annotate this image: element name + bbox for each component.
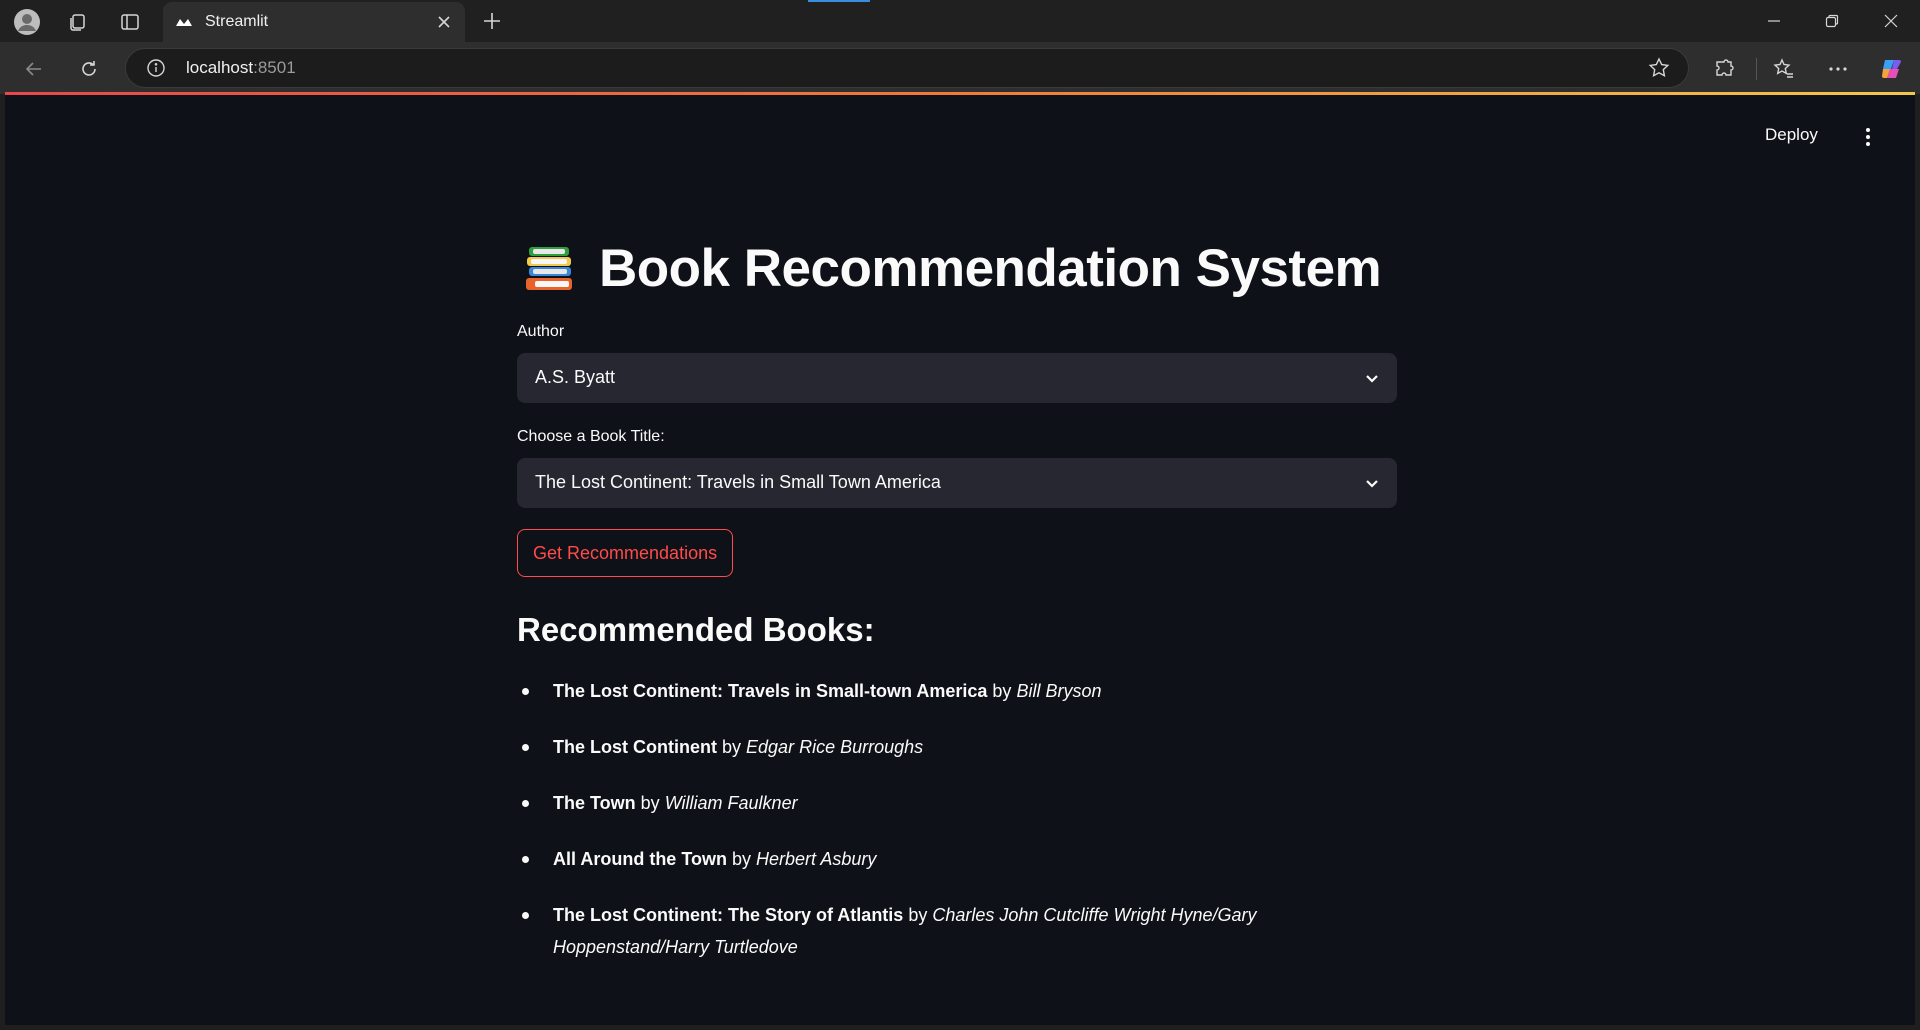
recommendations-list: The Lost Continent: Travels in Small-tow…	[517, 675, 1397, 987]
favorites-icon[interactable]	[1768, 53, 1800, 85]
list-item: The Lost Continent: Travels in Small-tow…	[517, 675, 1397, 707]
author-select[interactable]: A.S. Byatt	[517, 353, 1397, 403]
recommended-books-heading: Recommended Books:	[517, 611, 875, 648]
list-item: The Lost Continent by Edgar Rice Burroug…	[517, 731, 1397, 763]
url-text: localhost:8501	[186, 58, 296, 78]
browser-address-bar: localhost:8501	[0, 42, 1920, 95]
bullet-icon	[522, 856, 529, 863]
bullet-icon	[522, 912, 529, 919]
minimize-window-icon[interactable]	[1745, 0, 1803, 42]
extensions-icon[interactable]	[1708, 53, 1740, 85]
book-title: All Around the Town	[553, 849, 727, 869]
url-host: localhost	[186, 58, 254, 77]
chevron-down-icon[interactable]	[1363, 369, 1381, 387]
toolbar-divider	[1756, 58, 1757, 80]
list-item: The Town by William Faulkner	[517, 787, 1397, 819]
streamlit-app: Deploy Book Recommendation System Author	[5, 95, 1915, 1025]
by-text: by	[732, 849, 752, 869]
books-emoji-icon	[523, 243, 577, 297]
bullet-icon	[522, 688, 529, 695]
restore-window-icon[interactable]	[1803, 0, 1861, 42]
page-title-row: Book Recommendation System	[517, 235, 1397, 305]
by-text: by	[908, 905, 928, 925]
list-item: The Lost Continent: The Story of Atlanti…	[517, 899, 1397, 963]
book-author: Herbert Asbury	[756, 849, 877, 869]
book-title: The Lost Continent: The Story of Atlanti…	[553, 905, 904, 925]
url-field[interactable]: localhost:8501	[125, 48, 1689, 88]
more-menu-icon[interactable]	[1822, 53, 1854, 85]
profile-icon[interactable]	[12, 7, 42, 37]
tab-bar-accent	[808, 0, 870, 2]
chevron-down-icon[interactable]	[1363, 474, 1381, 492]
streamlit-favicon-icon	[175, 13, 193, 31]
bullet-icon	[522, 800, 529, 807]
book-title: The Lost Continent	[553, 737, 717, 757]
main-menu-icon[interactable]	[1863, 126, 1873, 148]
list-item: All Around the Town by Herbert Asbury	[517, 843, 1397, 875]
book-title: The Lost Continent: Travels in Small-tow…	[553, 681, 988, 701]
book-title-select-value: The Lost Continent: Travels in Small Tow…	[535, 472, 941, 492]
book-author: Edgar Rice Burroughs	[746, 737, 924, 757]
collections-icon[interactable]	[62, 7, 92, 37]
book-title-select[interactable]: The Lost Continent: Travels in Small Tow…	[517, 458, 1397, 508]
book-title-label: Choose a Book Title:	[517, 428, 665, 445]
back-icon[interactable]	[18, 53, 50, 85]
tab-title: Streamlit	[205, 13, 269, 30]
get-recommendations-button[interactable]: Get Recommendations	[517, 529, 734, 577]
favorite-star-icon[interactable]	[1648, 57, 1670, 79]
close-window-icon[interactable]	[1862, 0, 1920, 42]
refresh-icon[interactable]	[73, 53, 105, 85]
book-author: William Faulkner	[664, 793, 798, 813]
tab-actions-icon[interactable]	[115, 7, 145, 37]
page-title: Book Recommendation System	[599, 239, 1382, 298]
author-label: Author	[517, 323, 565, 340]
site-info-icon[interactable]	[146, 58, 166, 78]
book-title: The Town	[553, 793, 636, 813]
deploy-button[interactable]: Deploy	[1765, 125, 1818, 145]
author-select-value: A.S. Byatt	[535, 367, 616, 387]
main-content: Book Recommendation System Author A.S. B…	[517, 235, 1397, 957]
new-tab-icon[interactable]	[477, 6, 507, 36]
browser-tab-streamlit[interactable]: Streamlit	[163, 2, 465, 42]
browser-tab-bar: Streamlit	[0, 0, 1920, 42]
copilot-icon[interactable]	[1876, 53, 1908, 85]
bullet-icon	[522, 744, 529, 751]
by-text: by	[722, 737, 742, 757]
close-tab-icon[interactable]	[433, 11, 455, 33]
url-port: :8501	[253, 58, 296, 77]
by-text: by	[640, 793, 660, 813]
by-text: by	[992, 681, 1012, 701]
book-author: Bill Bryson	[1016, 681, 1102, 701]
